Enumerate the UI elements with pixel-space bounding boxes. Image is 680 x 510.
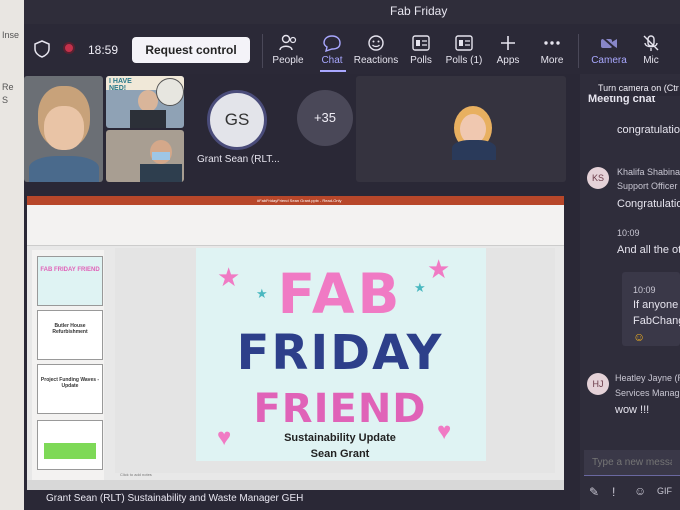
polls-label: Polls <box>410 55 432 66</box>
reactions-icon <box>368 35 384 51</box>
powerpoint-title-bar: #FabFridayFriend Sean Grant.pptx - Read-… <box>27 196 564 205</box>
slide-thumbnail-1[interactable]: FAB FRIDAY FRIEND <box>37 256 103 306</box>
chat-icon <box>323 35 341 52</box>
chat-message-text: wow !!! <box>615 404 650 416</box>
chat-message-text: If anyone <box>633 299 679 311</box>
plus-icon <box>501 36 515 50</box>
emoji-icon: ☺ <box>633 330 646 344</box>
apps-label: Apps <box>496 55 520 66</box>
polls-count-button[interactable]: Polls (1) <box>439 34 489 66</box>
apps-button[interactable]: Apps <box>483 34 533 66</box>
more-icon <box>544 41 560 45</box>
background-app-strip: Inse Re S <box>0 0 24 510</box>
people-label: People <box>272 55 304 66</box>
chat-label: Chat <box>321 55 343 66</box>
chat-message-text-2: FabChang <box>633 315 680 327</box>
powerpoint-title: #FabFridayFriend Sean Grant.pptx - Read-… <box>257 198 342 203</box>
camera-off-icon <box>600 35 618 51</box>
powerpoint-ribbon <box>27 205 564 246</box>
chat-sender-role: Support Officer <box>617 181 678 191</box>
chat-timestamp: 10:09 <box>633 285 656 295</box>
reactions-label: Reactions <box>353 55 399 66</box>
tile-banner-text: I HAVE NED! <box>109 78 132 92</box>
chat-message-text: Congratulation <box>617 198 680 210</box>
chat-active-indicator <box>320 70 346 72</box>
polls-icon <box>455 35 473 51</box>
people-button[interactable]: People <box>263 34 313 66</box>
people-icon <box>279 34 297 51</box>
slide-thumbnail-3[interactable]: Project Funding Waves - Update <box>37 364 103 414</box>
chat-sender-name: Heatley Jayne (R <box>615 373 680 383</box>
chat-message-text: And all the ot <box>617 244 680 256</box>
chat-sender-name: Khalifa Shabina <box>617 167 680 177</box>
presenter-label: Grant Sean (RLT) Sustainability and Wast… <box>46 493 304 504</box>
chat-compose-input[interactable] <box>584 450 680 476</box>
participant-name: Grant Sean (RLT... <box>197 154 280 165</box>
thumb-2-label: Butler House Refurbishment <box>52 323 88 335</box>
title-bar <box>24 0 680 24</box>
more-button[interactable]: More <box>527 34 577 66</box>
slide-presenter-name: Sean Grant <box>310 448 370 460</box>
camera-tooltip: Turn camera on (Ctr <box>598 80 680 96</box>
slide-thumbnail-2[interactable]: Butler House Refurbishment <box>37 310 103 360</box>
participant-video-1[interactable] <box>24 76 103 182</box>
shield-icon[interactable] <box>34 40 50 63</box>
meeting-timer: 18:59 <box>88 43 119 57</box>
participant-avatar[interactable]: GS <box>207 90 267 150</box>
bg-text-2: Re <box>2 82 14 92</box>
recording-indicator <box>63 42 75 54</box>
mic-off-icon <box>643 35 659 51</box>
participant-video-2[interactable]: I HAVE NED! <box>106 76 184 128</box>
camera-label: Camera <box>591 55 627 66</box>
alert-icon[interactable]: ! <box>612 485 615 499</box>
toolbar-divider <box>578 34 579 68</box>
bg-text-3: S <box>2 95 9 105</box>
mic-label: Mic <box>643 55 659 66</box>
slide-subtitle: Sustainability Update <box>284 432 396 444</box>
avatar: KS <box>587 167 609 189</box>
more-participants-button[interactable]: +35 <box>297 90 353 146</box>
thumb-3-label: Project Funding Waves - Update <box>40 377 100 389</box>
more-label: More <box>540 55 564 66</box>
format-icon[interactable]: ✎ <box>589 485 599 499</box>
reactions-button[interactable]: Reactions <box>351 34 401 66</box>
bg-text-1: Inse <box>2 30 20 40</box>
chat-sender-role: Services Manag <box>615 388 680 398</box>
slide-thumbnail-4[interactable] <box>37 420 103 470</box>
emoji-picker-icon[interactable]: ☺ <box>634 484 646 498</box>
chat-timestamp: 10:09 <box>617 228 640 238</box>
slide-title-line-1: FAB <box>277 262 403 326</box>
chat-message-text: congratulatio <box>617 124 680 136</box>
chat-button[interactable]: Chat <box>307 34 357 66</box>
polls-icon <box>412 35 430 51</box>
request-control-button[interactable]: Request control <box>132 37 250 63</box>
participant-video-4[interactable] <box>356 76 566 182</box>
window-title: Fab Friday <box>390 4 448 18</box>
gif-icon[interactable]: GIF <box>657 486 672 496</box>
shared-taskbar <box>27 480 564 490</box>
avatar: HJ <box>587 373 609 395</box>
participant-video-3[interactable] <box>106 130 184 182</box>
slide-title-line-2: FRIDAY <box>236 325 444 381</box>
mic-button[interactable]: Mic <box>626 34 676 66</box>
thumb-1-label: FAB FRIDAY FRIEND <box>40 267 100 273</box>
polls-count-label: Polls (1) <box>445 55 483 66</box>
notes-placeholder[interactable]: Click to add notes <box>120 472 152 477</box>
